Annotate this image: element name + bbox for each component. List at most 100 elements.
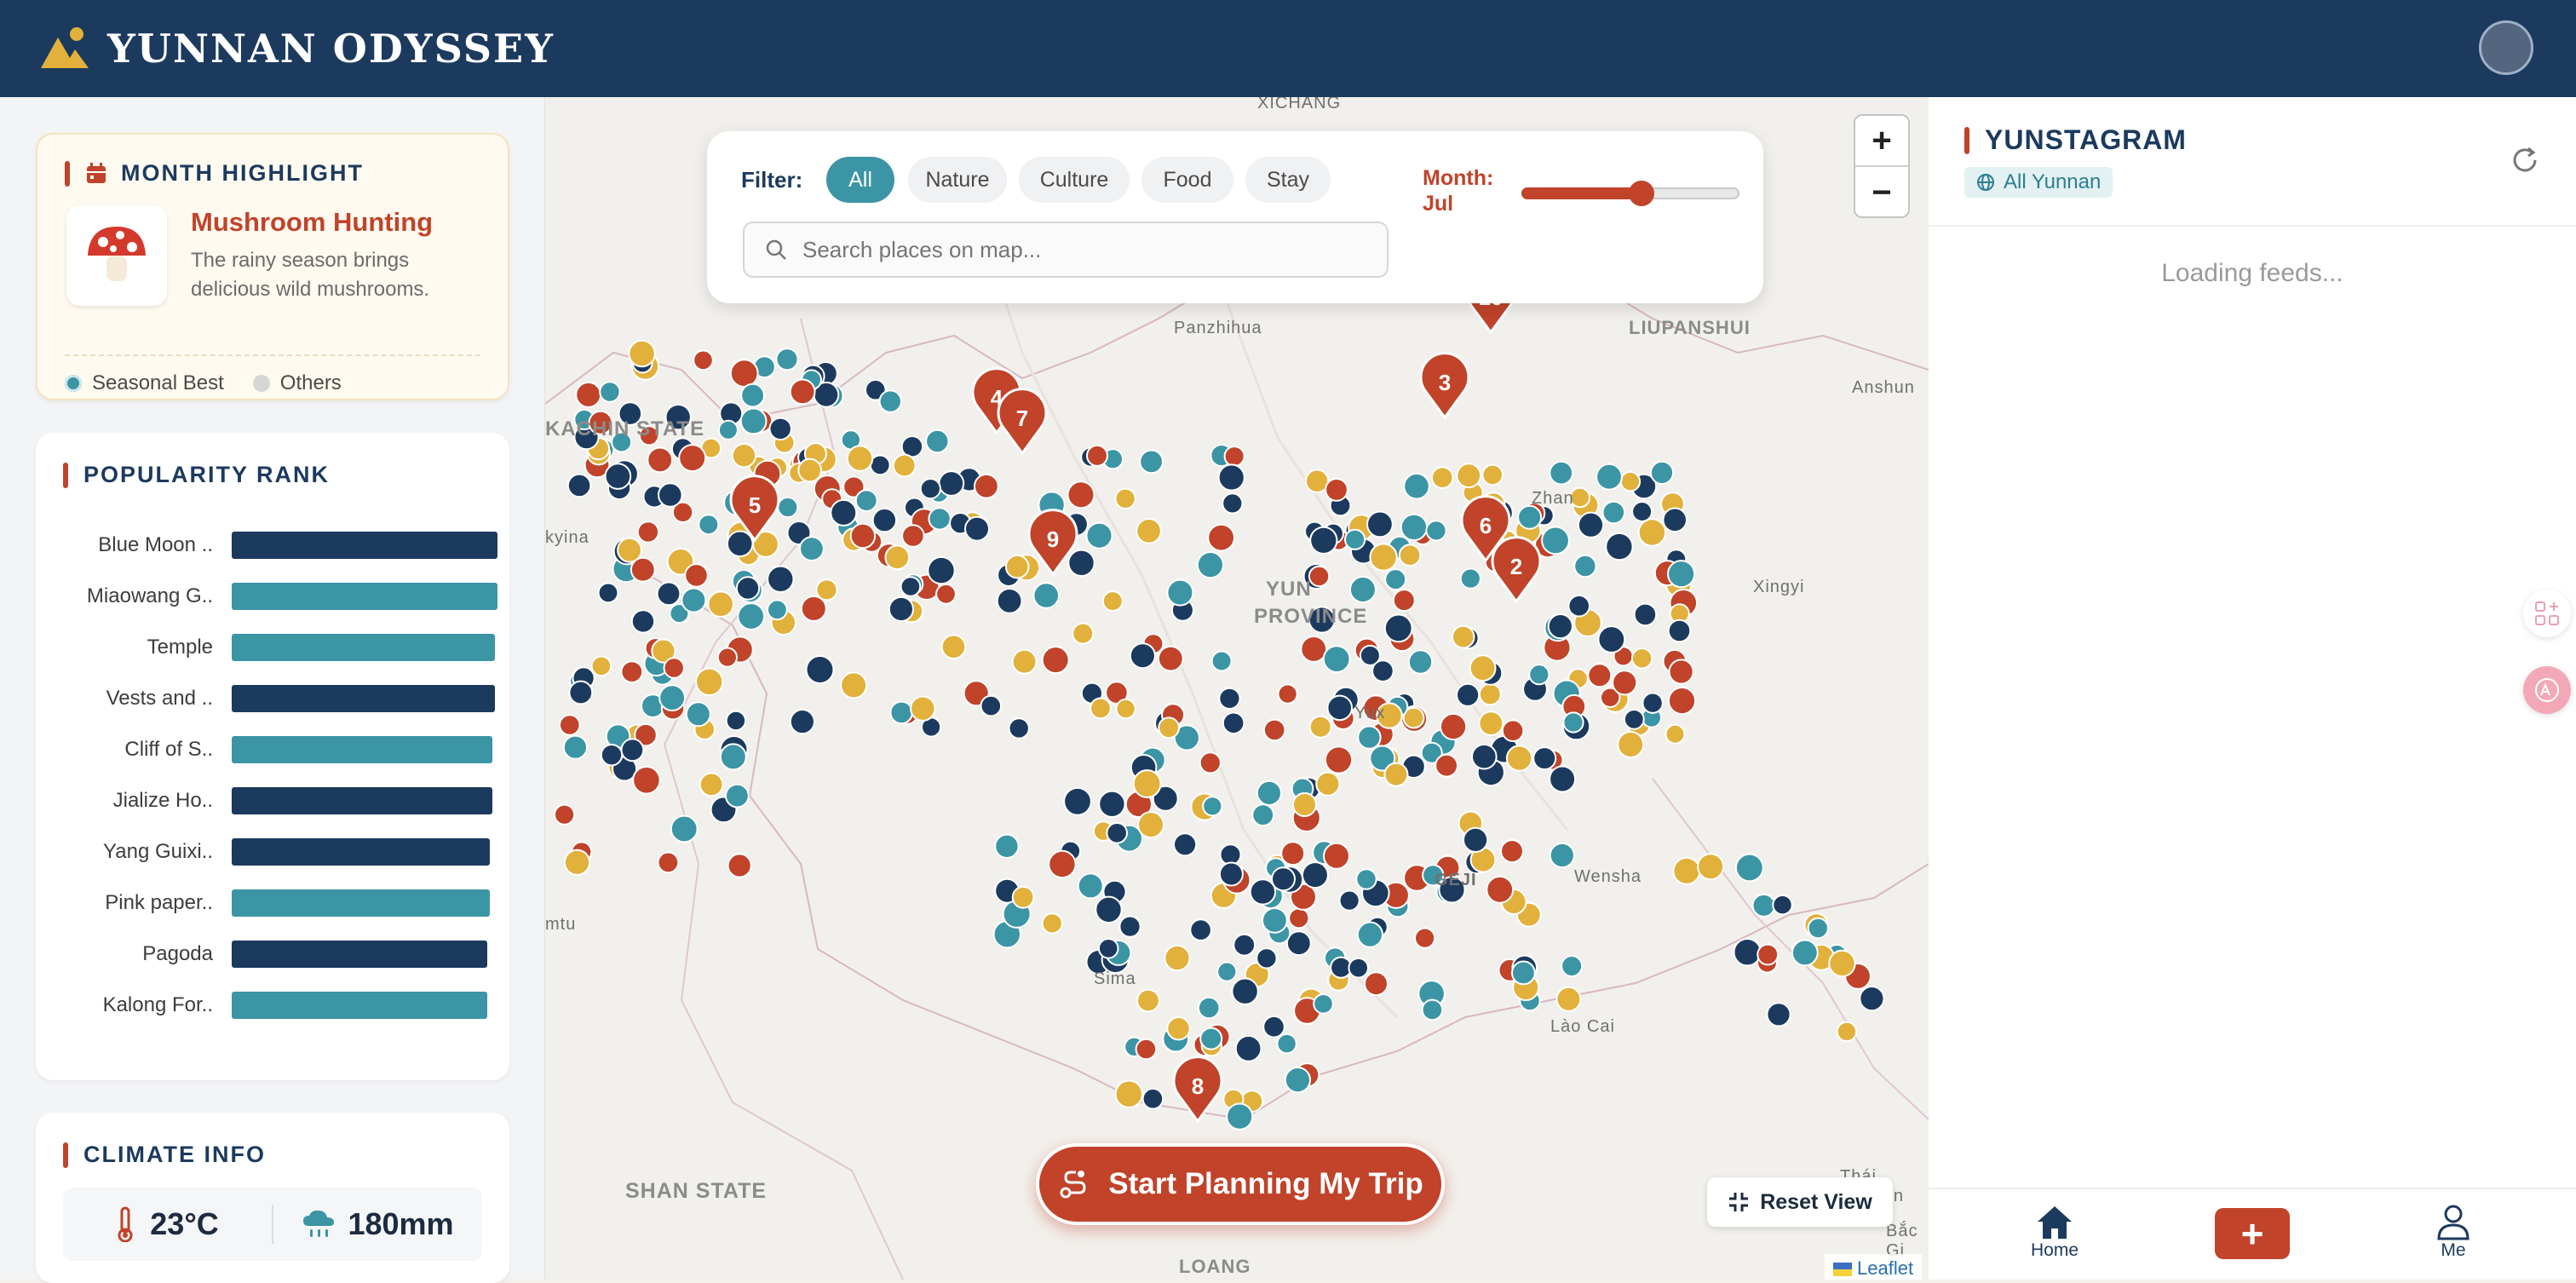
add-post-button[interactable]: + <box>2215 1208 2290 1259</box>
place-marker[interactable] <box>1403 472 1430 500</box>
filter-chip-culture[interactable]: Culture <box>1019 157 1130 203</box>
place-marker[interactable] <box>1555 986 1582 1012</box>
place-marker[interactable] <box>1451 624 1475 649</box>
place-marker[interactable] <box>1222 711 1245 735</box>
rank-row[interactable]: Cliff of S.. <box>36 734 492 765</box>
place-marker[interactable] <box>1158 716 1180 739</box>
place-marker[interactable] <box>1517 504 1543 530</box>
place-marker[interactable] <box>1226 1102 1254 1131</box>
place-marker[interactable] <box>670 814 699 843</box>
place-marker[interactable] <box>1665 723 1686 745</box>
place-marker[interactable] <box>994 833 1020 859</box>
place-marker[interactable] <box>840 671 868 699</box>
floating-grid-button[interactable] <box>2523 590 2571 637</box>
place-marker[interactable] <box>1384 568 1407 591</box>
numbered-pin[interactable]: 7 <box>997 388 1048 456</box>
place-marker[interactable] <box>1642 692 1664 714</box>
place-marker[interactable] <box>1672 856 1701 885</box>
place-marker[interactable] <box>699 772 724 797</box>
place-marker[interactable] <box>1456 463 1482 489</box>
place-marker[interactable] <box>719 743 747 771</box>
start-planning-button[interactable]: Start Planning My Trip <box>1036 1143 1445 1225</box>
place-marker[interactable] <box>590 655 612 677</box>
place-marker[interactable] <box>1414 927 1436 949</box>
place-marker[interactable] <box>600 744 624 767</box>
place-marker[interactable] <box>1547 613 1573 640</box>
place-marker[interactable] <box>799 536 825 561</box>
place-marker[interactable] <box>1300 636 1328 663</box>
place-marker[interactable] <box>1619 471 1642 492</box>
place-marker[interactable] <box>1197 996 1221 1020</box>
place-marker[interactable] <box>1308 565 1331 588</box>
place-marker[interactable] <box>996 588 1023 614</box>
place-marker[interactable] <box>1549 765 1577 793</box>
place-marker[interactable] <box>632 766 661 795</box>
place-marker[interactable] <box>739 407 768 435</box>
place-marker[interactable] <box>695 667 724 696</box>
place-marker[interactable] <box>1338 889 1360 912</box>
place-marker[interactable] <box>935 583 957 605</box>
rank-row[interactable]: Temple <box>36 632 495 663</box>
place-marker[interactable] <box>566 473 592 498</box>
place-marker[interactable] <box>1262 1015 1285 1038</box>
place-marker[interactable] <box>1791 939 1819 967</box>
place-marker[interactable] <box>1063 786 1092 816</box>
place-marker[interactable] <box>1697 853 1725 881</box>
place-marker[interactable] <box>740 383 766 408</box>
filter-chip-all[interactable]: All <box>826 157 894 203</box>
place-marker[interactable] <box>1383 613 1413 643</box>
place-marker[interactable] <box>1772 895 1793 916</box>
place-marker[interactable] <box>805 655 835 684</box>
place-marker[interactable] <box>1501 719 1525 743</box>
place-marker[interactable] <box>1234 1034 1262 1062</box>
place-marker[interactable] <box>1369 543 1398 572</box>
place-marker[interactable] <box>1807 917 1830 940</box>
month-slider-thumb[interactable] <box>1628 181 1654 206</box>
rank-row[interactable]: Miaowang G.. <box>36 581 497 612</box>
rank-row[interactable]: Jialize Ho.. <box>36 785 492 816</box>
place-marker[interactable] <box>767 599 788 621</box>
place-marker[interactable] <box>1398 544 1422 567</box>
place-marker[interactable] <box>1561 955 1584 977</box>
place-marker[interactable] <box>1355 868 1377 890</box>
place-marker[interactable] <box>663 657 685 679</box>
place-marker[interactable] <box>729 359 759 388</box>
place-marker[interactable] <box>1085 521 1113 549</box>
place-marker[interactable] <box>1407 649 1434 675</box>
place-marker[interactable] <box>1392 589 1416 613</box>
place-marker[interactable] <box>725 783 750 808</box>
rank-row[interactable]: Vests and .. <box>36 683 495 714</box>
place-marker[interactable] <box>1308 715 1332 739</box>
place-marker[interactable] <box>797 457 823 483</box>
place-marker[interactable] <box>636 521 660 544</box>
place-marker[interactable] <box>1734 853 1764 883</box>
place-marker[interactable] <box>656 581 681 607</box>
place-marker[interactable] <box>1324 745 1354 774</box>
place-marker[interactable] <box>1435 753 1458 778</box>
place-marker[interactable] <box>1157 645 1184 672</box>
place-marker[interactable] <box>1630 647 1653 670</box>
place-marker[interactable] <box>1217 463 1245 492</box>
place-marker[interactable] <box>684 563 709 588</box>
place-marker[interactable] <box>1284 1067 1312 1094</box>
place-marker[interactable] <box>735 576 761 601</box>
place-marker[interactable] <box>964 515 990 542</box>
place-marker[interactable] <box>1207 523 1235 552</box>
place-marker[interactable] <box>1573 554 1597 578</box>
place-marker[interactable] <box>620 660 644 683</box>
place-marker[interactable] <box>717 419 739 440</box>
rank-row[interactable]: Kalong For.. <box>36 990 487 1021</box>
place-marker[interactable] <box>1173 832 1198 857</box>
floating-translate-button[interactable] <box>2523 666 2571 714</box>
place-marker[interactable] <box>1612 670 1638 696</box>
place-marker[interactable] <box>1271 866 1296 892</box>
place-marker[interactable] <box>1532 746 1557 771</box>
place-marker[interactable] <box>1095 895 1123 923</box>
place-marker[interactable] <box>575 381 602 408</box>
place-marker[interactable] <box>1348 576 1377 603</box>
place-marker[interactable] <box>1836 1021 1858 1043</box>
place-marker[interactable] <box>1115 698 1136 720</box>
user-avatar[interactable] <box>2479 20 2533 75</box>
numbered-pin[interactable]: 3 <box>1419 352 1470 420</box>
place-marker[interactable] <box>1032 582 1061 609</box>
